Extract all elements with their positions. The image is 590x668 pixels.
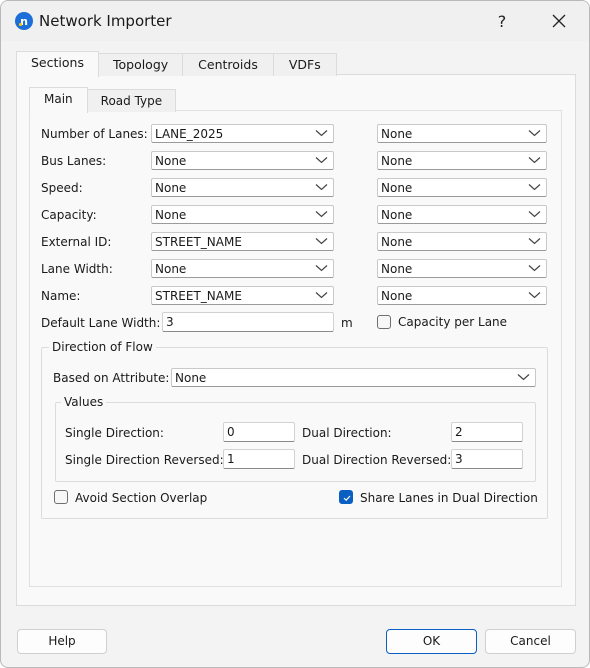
based-on-attribute-label: Based on Attribute:	[53, 371, 170, 385]
attribute-secondary-dropdown[interactable]: None	[377, 151, 547, 170]
values-title: Values	[61, 395, 107, 409]
dual-direction-label: Dual Direction:	[302, 426, 392, 440]
attribute-row-label: Number of Lanes:	[41, 127, 148, 141]
tab-main[interactable]: Main	[29, 87, 88, 113]
help-button[interactable]: Help	[17, 629, 107, 654]
dropdown-value: None	[381, 127, 413, 141]
share-lanes-checkbox[interactable]	[339, 490, 353, 504]
chevron-down-icon	[528, 211, 541, 218]
attribute-row-label: Lane Width:	[41, 262, 113, 276]
chevron-down-icon	[528, 238, 541, 245]
attribute-secondary-dropdown[interactable]: None	[377, 232, 547, 251]
tab-sections[interactable]: Sections	[16, 51, 99, 77]
dropdown-value: None	[155, 181, 187, 195]
dropdown-value: None	[155, 154, 187, 168]
tab-topology[interactable]: Topology	[97, 53, 184, 76]
based-on-attribute-dropdown[interactable]: None	[171, 368, 536, 387]
chevron-down-icon	[315, 157, 328, 164]
close-icon[interactable]	[542, 9, 576, 33]
chevron-down-icon	[517, 374, 530, 381]
dropdown-value: None	[381, 208, 413, 222]
dropdown-value: None	[381, 289, 413, 303]
chevron-down-icon	[315, 238, 328, 245]
tab-road-type[interactable]: Road Type	[86, 89, 177, 112]
dual-direction-reversed-label: Dual Direction Reversed:	[302, 453, 452, 467]
attribute-row-label: External ID:	[41, 235, 112, 249]
attribute-secondary-dropdown[interactable]: None	[377, 205, 547, 224]
checkmark-icon	[343, 495, 351, 502]
attribute-primary-dropdown[interactable]: None	[151, 205, 334, 224]
inner-tab-bar: Main Road Type	[29, 87, 177, 113]
help-icon[interactable]: ?	[485, 9, 519, 33]
tab-vdfs[interactable]: VDFs	[272, 53, 337, 76]
default-lane-width-input[interactable]: 3	[162, 312, 334, 332]
dropdown-value: STREET_NAME	[155, 235, 242, 249]
title-bar: n Network Importer ?	[1, 1, 589, 41]
dropdown-value: None	[381, 154, 413, 168]
attribute-secondary-dropdown[interactable]: None	[377, 259, 547, 278]
chevron-down-icon	[528, 184, 541, 191]
attribute-primary-dropdown[interactable]: None	[151, 178, 334, 197]
dropdown-value: STREET_NAME	[155, 289, 242, 303]
chevron-down-icon	[315, 265, 328, 272]
capacity-per-lane-label: Capacity per Lane	[398, 315, 508, 329]
dropdown-value: None	[155, 262, 187, 276]
chevron-down-icon	[315, 184, 328, 191]
dropdown-value: LANE_2025	[155, 127, 224, 141]
attribute-primary-dropdown[interactable]: None	[151, 151, 334, 170]
cancel-button[interactable]: Cancel	[485, 629, 576, 654]
dropdown-value: None	[381, 235, 413, 249]
attribute-primary-dropdown[interactable]: STREET_NAME	[151, 286, 334, 305]
attribute-row-label: Bus Lanes:	[41, 154, 107, 168]
dual-direction-input[interactable]: 2	[451, 422, 523, 442]
attribute-secondary-dropdown[interactable]: None	[377, 178, 547, 197]
avoid-section-overlap-label: Avoid Section Overlap	[75, 491, 208, 505]
attribute-primary-dropdown[interactable]: LANE_2025	[151, 124, 334, 143]
attribute-secondary-dropdown[interactable]: None	[377, 286, 547, 305]
app-logo-icon: n	[15, 12, 33, 30]
chevron-down-icon	[315, 292, 328, 299]
single-direction-reversed-input[interactable]: 1	[223, 449, 295, 469]
chevron-down-icon	[528, 130, 541, 137]
ok-button[interactable]: OK	[386, 629, 477, 654]
attribute-primary-dropdown[interactable]: None	[151, 259, 334, 278]
tab-centroids[interactable]: Centroids	[182, 53, 274, 76]
dual-direction-reversed-input[interactable]: 3	[451, 449, 523, 469]
avoid-section-overlap-checkbox[interactable]	[54, 490, 68, 504]
network-importer-dialog: n Network Importer ? Sections Topology C…	[0, 0, 590, 668]
single-direction-reversed-label: Single Direction Reversed:	[65, 453, 224, 467]
dropdown-value: None	[381, 262, 413, 276]
dropdown-value: None	[155, 208, 187, 222]
lane-width-unit: m	[341, 316, 353, 330]
attribute-row-label: Capacity:	[41, 208, 97, 222]
values-group	[55, 402, 536, 482]
dropdown-value: None	[381, 181, 413, 195]
window-title: Network Importer	[39, 12, 172, 30]
default-lane-width-label: Default Lane Width:	[41, 316, 161, 330]
attribute-row-label: Name:	[41, 289, 81, 303]
chevron-down-icon	[315, 211, 328, 218]
chevron-down-icon	[315, 130, 328, 137]
single-direction-label: Single Direction:	[65, 426, 164, 440]
capacity-per-lane-checkbox[interactable]	[377, 315, 391, 329]
chevron-down-icon	[528, 292, 541, 299]
chevron-down-icon	[528, 265, 541, 272]
outer-tab-bar: Sections Topology Centroids VDFs	[16, 51, 337, 77]
attribute-row-label: Speed:	[41, 181, 83, 195]
attribute-primary-dropdown[interactable]: STREET_NAME	[151, 232, 334, 251]
direction-of-flow-title: Direction of Flow	[49, 340, 156, 354]
attribute-secondary-dropdown[interactable]: None	[377, 124, 547, 143]
single-direction-input[interactable]: 0	[223, 422, 295, 442]
share-lanes-label: Share Lanes in Dual Direction	[360, 491, 538, 505]
chevron-down-icon	[528, 157, 541, 164]
